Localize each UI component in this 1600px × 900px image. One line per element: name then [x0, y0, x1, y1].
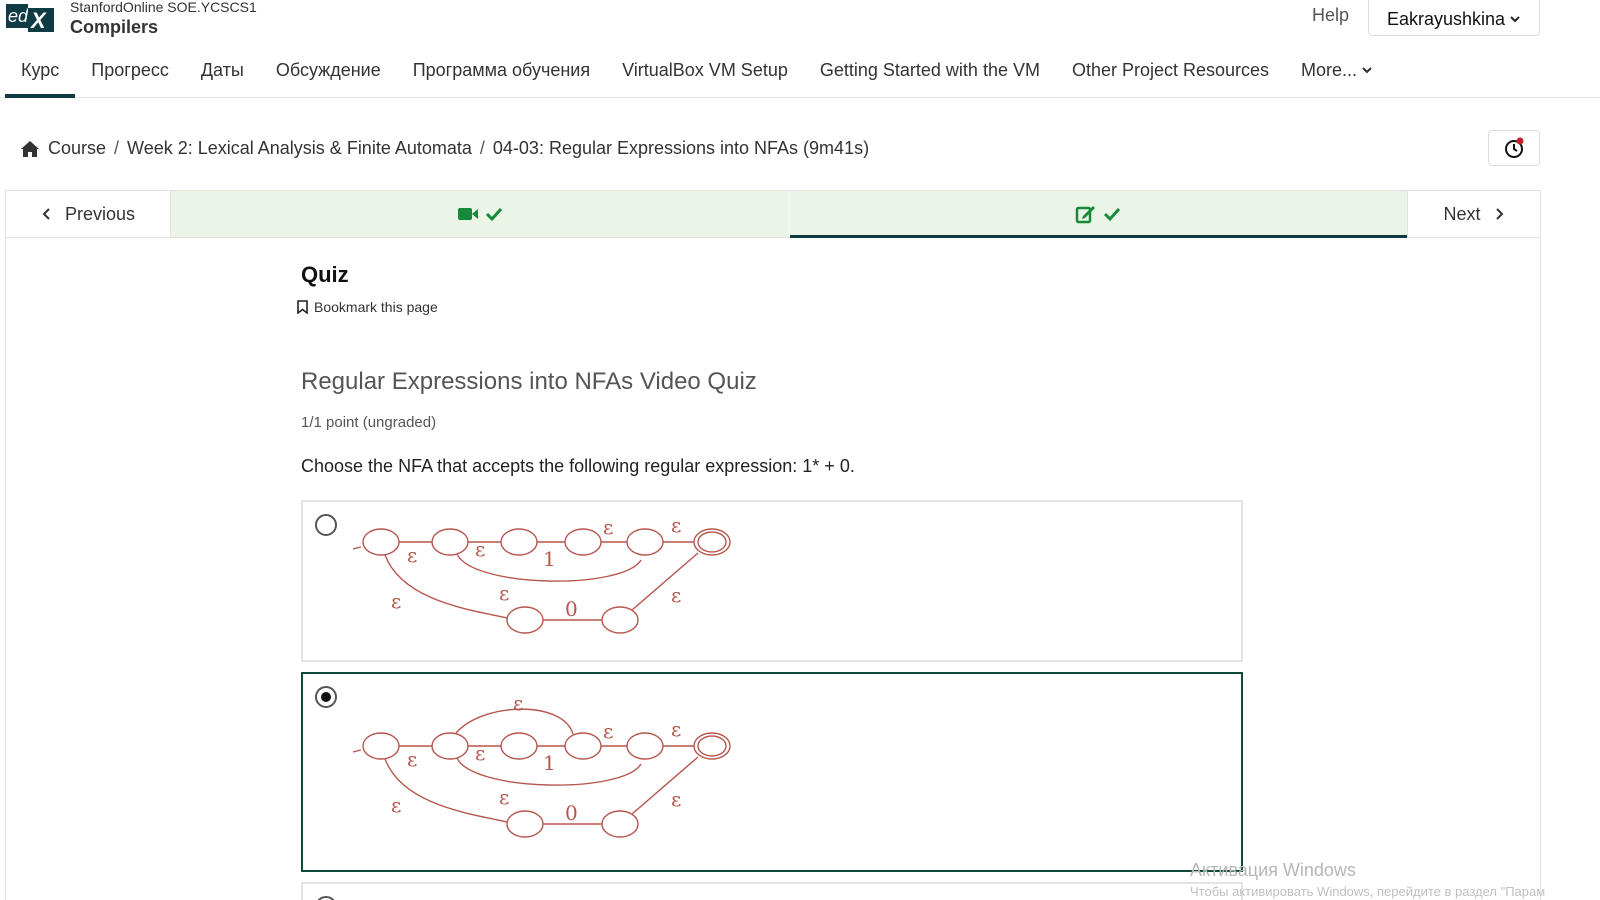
one-label: 1: [543, 547, 556, 571]
tab-project-resources[interactable]: Other Project Resources: [1056, 52, 1285, 97]
course-tabs: Курс Прогресс Даты Обсуждение Программа …: [0, 52, 1600, 98]
previous-button[interactable]: Previous: [6, 191, 171, 237]
epsilon-label: ε: [475, 537, 485, 561]
epsilon-label: ε: [513, 691, 523, 715]
course-org: StanfordOnline SOE.YCSCS1: [70, 0, 257, 15]
tab-discussion[interactable]: Обсуждение: [260, 52, 397, 97]
epsilon-label: ε: [475, 741, 485, 765]
problem-title: Regular Expressions into NFAs Video Quiz: [301, 368, 757, 395]
epsilon-label: ε: [391, 589, 401, 613]
epsilon-label: ε: [391, 793, 401, 817]
edit-icon: [1076, 206, 1096, 224]
breadcrumb-section[interactable]: Week 2: Lexical Analysis & Finite Automa…: [127, 138, 472, 159]
bookmark-label: Bookmark this page: [314, 299, 438, 315]
one-label: 1: [543, 751, 556, 775]
answer-option-selected[interactable]: ε ε ε 1 ε ε ε ε 0 ε: [301, 672, 1243, 872]
svg-text:X: X: [29, 8, 47, 32]
bookmark-button[interactable]: Bookmark this page: [297, 299, 438, 315]
windows-activation-hint: Чтобы активировать Windows, перейдите в …: [1190, 884, 1546, 899]
epsilon-label: ε: [671, 583, 681, 607]
epsilon-label: ε: [603, 719, 613, 743]
username: Eakrayushkina: [1387, 8, 1506, 29]
tab-dates[interactable]: Даты: [185, 52, 260, 97]
nfa-diagram: ε ε 1 ε ε ε ε 0 ε: [353, 513, 731, 634]
next-label: Next: [1443, 203, 1481, 224]
svg-text:ed: ed: [8, 6, 29, 26]
epsilon-label: ε: [603, 515, 613, 539]
unit-title: Quiz: [301, 262, 349, 287]
site-header: ed X StanfordOnline SOE.YCSCS1 Compilers…: [0, 0, 1600, 42]
nfa-diagram: ε ε ε 1 ε ε ε ε 0 ε: [353, 691, 731, 838]
help-link[interactable]: Help: [1312, 5, 1349, 26]
tab-progress[interactable]: Прогресс: [75, 52, 185, 97]
next-button[interactable]: Next: [1407, 191, 1540, 237]
radio-button[interactable]: [315, 514, 337, 536]
more-label: More...: [1301, 60, 1358, 80]
chevron-down-icon: [1510, 16, 1520, 23]
radio-button[interactable]: [315, 686, 337, 708]
epsilon-label: ε: [407, 747, 417, 771]
answer-option[interactable]: ε ε 1 ε ε ε ε 0 ε: [301, 500, 1243, 662]
tab-course[interactable]: Курс: [5, 52, 76, 98]
video-icon: [457, 208, 478, 220]
tab-getting-started-vm[interactable]: Getting Started with the VM: [804, 52, 1056, 97]
radio-button[interactable]: [315, 896, 337, 900]
zero-label: 0: [565, 597, 578, 621]
windows-activation-watermark: Активация Windows: [1190, 860, 1356, 880]
chevron-left-icon: [42, 208, 50, 220]
epsilon-label: ε: [499, 581, 509, 605]
breadcrumb-course[interactable]: Course: [48, 138, 106, 159]
tab-virtualbox-setup[interactable]: VirtualBox VM Setup: [606, 52, 804, 97]
notifications-button[interactable]: [1488, 130, 1540, 166]
bookmark-icon: [297, 300, 308, 314]
edx-logo[interactable]: ed X: [6, 2, 54, 32]
user-menu-button[interactable]: Eakrayushkina: [1368, 0, 1540, 36]
home-icon: [21, 140, 39, 157]
chevron-down-icon: [1362, 67, 1372, 74]
sequence-unit-video[interactable]: [171, 191, 789, 237]
zero-label: 0: [565, 801, 578, 825]
tab-syllabus[interactable]: Программа обучения: [397, 52, 606, 97]
breadcrumb-separator: /: [114, 138, 120, 158]
epsilon-label: ε: [671, 787, 681, 811]
sequence-unit-problem[interactable]: [788, 191, 1407, 238]
question-text: Choose the NFA that accepts the followin…: [301, 456, 855, 476]
sequence-navigation: Previous Next: [5, 190, 1541, 238]
breadcrumb-separator: /: [479, 138, 485, 158]
check-icon: [1104, 207, 1121, 222]
breadcrumb: Course / Week 2: Lexical Analysis & Fini…: [20, 138, 869, 159]
check-icon: [485, 207, 502, 222]
answer-option[interactable]: [301, 882, 1243, 900]
course-title: Compilers: [70, 17, 159, 37]
breadcrumb-unit[interactable]: 04-03: Regular Expressions into NFAs (9m…: [493, 138, 869, 159]
chevron-right-icon: [1495, 208, 1503, 220]
epsilon-label: ε: [671, 513, 681, 537]
epsilon-label: ε: [499, 785, 509, 809]
problem-points: 1/1 point (ungraded): [301, 414, 437, 431]
epsilon-label: ε: [407, 543, 417, 567]
previous-label: Previous: [64, 203, 136, 224]
clock-icon: [1505, 137, 1524, 158]
epsilon-label: ε: [671, 717, 681, 741]
tab-more[interactable]: More...: [1285, 52, 1389, 97]
